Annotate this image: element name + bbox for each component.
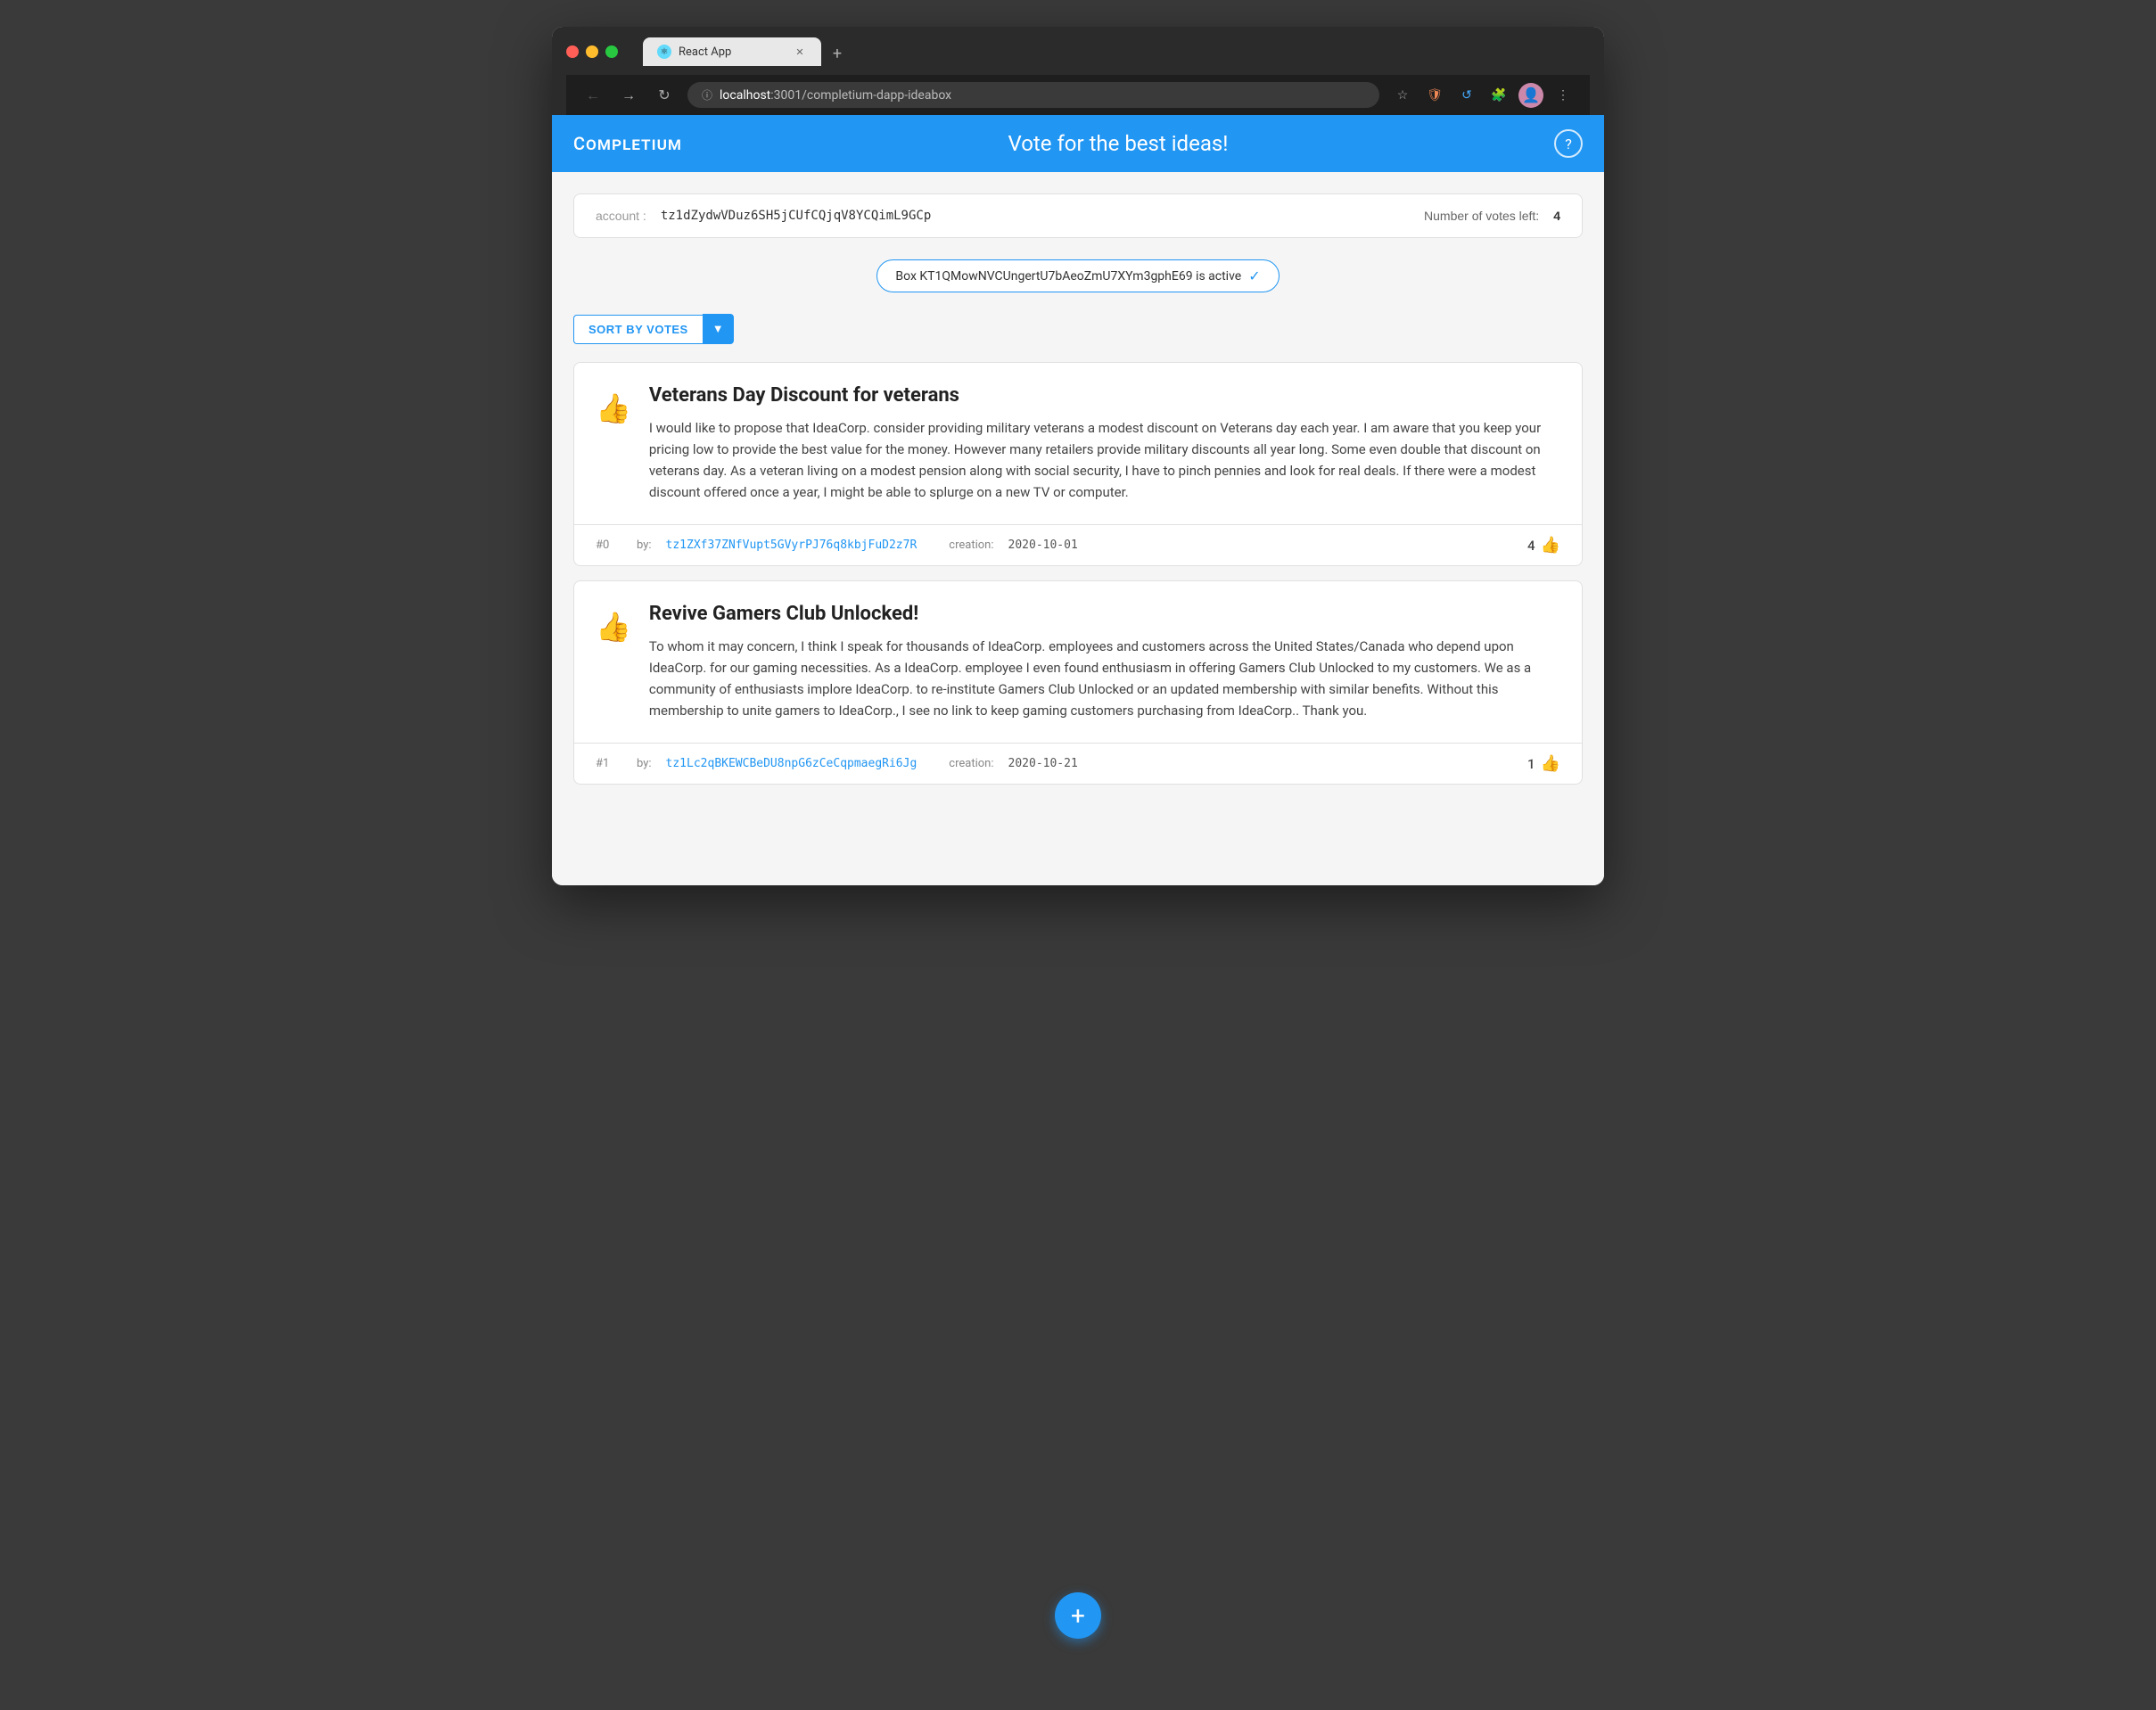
app-header: Completium Vote for the best ideas! ? [552,115,1604,172]
active-box-text: Box KT1QMowNVCUngertU7bAeoZmU7XYm3gphE69… [895,269,1241,284]
address-text: localhost:3001/completium-dapp-ideabox [720,88,1365,103]
creation-date-1: 2020-10-21 [1008,757,1078,770]
creation-date-0: 2020-10-01 [1008,538,1078,552]
lock-icon: ⓘ [702,87,712,103]
menu-button[interactable]: ⋮ [1551,83,1576,108]
address-path: :3001/completium-dapp-ideabox [770,88,951,103]
vote-thumb-icon-1[interactable]: 👍 [596,610,631,644]
address-bar[interactable]: ⓘ localhost:3001/completium-dapp-ideabox [687,82,1379,108]
tab-close-button[interactable]: ✕ [793,45,807,59]
votes-count-0: 4 [1527,538,1535,554]
maximize-window-button[interactable] [605,45,618,58]
active-box-badge: Box KT1QMowNVCUngertU7bAeoZmU7XYm3gphE69… [573,259,1583,292]
by-label-0: by: [637,538,652,552]
vote-thumb-count-icon-0: 👍 [1541,536,1560,555]
app-title: Vote for the best ideas! [1008,131,1229,156]
help-button[interactable]: ? [1554,129,1583,158]
check-icon: ✓ [1248,267,1260,284]
add-idea-fab-button[interactable]: + [1055,1592,1101,1639]
idea-content-1: Revive Gamers Club Unlocked! To whom it … [649,603,1560,721]
refresh-button[interactable]: ↻ [652,83,677,108]
browser-controls: ⚛ React App ✕ + [566,37,1590,66]
back-button[interactable]: ← [580,83,605,108]
creation-label-0: creation: [949,538,993,552]
votes-label: Number of votes left: [1424,209,1539,223]
idea-votes-0: 4 👍 [1527,536,1560,555]
idea-body-1: 👍 Revive Gamers Club Unlocked! To whom i… [574,581,1582,743]
close-window-button[interactable] [566,45,579,58]
tab-bar: ⚛ React App ✕ + [643,37,850,66]
idea-footer-0: #0 by: tz1ZXf37ZNfVupt5GVyrPJ76q8kbjFuD2… [574,524,1582,565]
sort-bar: SORT BY VOTES ▼ [573,314,1583,344]
votes-count: 4 [1553,209,1560,223]
by-label-1: by: [637,757,652,770]
idea-title-0: Veterans Day Discount for veterans [649,384,1560,407]
tab-title: React App [679,45,786,59]
refresh-icon[interactable]: ↺ [1454,83,1479,108]
idea-content-0: Veterans Day Discount for veterans I wou… [649,384,1560,503]
active-box-pill: Box KT1QMowNVCUngertU7bAeoZmU7XYm3gphE69… [876,259,1279,292]
new-tab-button[interactable]: + [825,41,850,66]
account-address: tz1dZydwVDuz6SH5jCUfCQjqV8YCQimL9GCp [661,209,1410,223]
sort-by-votes-button[interactable]: SORT BY VOTES [573,315,703,344]
idea-author-1: tz1Lc2qBKEWCBeDU8npG6zCeCqpmaegRi6Jg [666,757,918,770]
idea-footer-1: #1 by: tz1Lc2qBKEWCBeDU8npG6zCeCqpmaegRi… [574,743,1582,784]
votes-count-1: 1 [1527,756,1535,772]
browser-actions: ☆ 🛡 ↺ 🧩 👤 ⋮ [1390,83,1576,108]
idea-author-0: tz1ZXf37ZNfVupt5GVyrPJ76q8kbjFuD2z7R [666,538,918,552]
idea-text-0: I would like to propose that IdeaCorp. c… [649,417,1560,503]
idea-card-1: 👍 Revive Gamers Club Unlocked! To whom i… [573,580,1583,785]
browser-window: ⚛ React App ✕ + ← → ↻ ⓘ localhost:3001/c… [552,27,1604,885]
tab-favicon-icon: ⚛ [657,45,671,59]
idea-text-1: To whom it may concern, I think I speak … [649,636,1560,721]
forward-button[interactable]: → [616,83,641,108]
idea-title-1: Revive Gamers Club Unlocked! [649,603,1560,625]
idea-index-0: #0 [596,538,622,552]
address-bar-container: ← → ↻ ⓘ localhost:3001/completium-dapp-i… [566,75,1590,115]
account-bar: account : tz1dZydwVDuz6SH5jCUfCQjqV8YCQi… [573,193,1583,238]
shield-icon: 🛡 [1422,83,1447,108]
vote-thumb-count-icon-1: 👍 [1541,754,1560,773]
idea-card-0: 👍 Veterans Day Discount for veterans I w… [573,362,1583,566]
sort-dropdown-button[interactable]: ▼ [703,314,734,344]
creation-label-1: creation: [949,757,993,770]
minimize-window-button[interactable] [586,45,598,58]
app-logo: Completium [573,133,682,154]
address-domain: localhost [720,88,770,103]
browser-titlebar: ⚛ React App ✕ + ← → ↻ ⓘ localhost:3001/c… [552,27,1604,115]
vote-thumb-icon-0[interactable]: 👍 [596,391,631,425]
account-label: account : [596,209,646,223]
idea-index-1: #1 [596,757,622,770]
browser-tab[interactable]: ⚛ React App ✕ [643,37,821,66]
app-body: account : tz1dZydwVDuz6SH5jCUfCQjqV8YCQi… [552,172,1604,885]
bookmark-button[interactable]: ☆ [1390,83,1415,108]
idea-body-0: 👍 Veterans Day Discount for veterans I w… [574,363,1582,524]
puzzle-icon[interactable]: 🧩 [1486,83,1511,108]
idea-votes-1: 1 👍 [1527,754,1560,773]
user-avatar[interactable]: 👤 [1518,83,1543,108]
